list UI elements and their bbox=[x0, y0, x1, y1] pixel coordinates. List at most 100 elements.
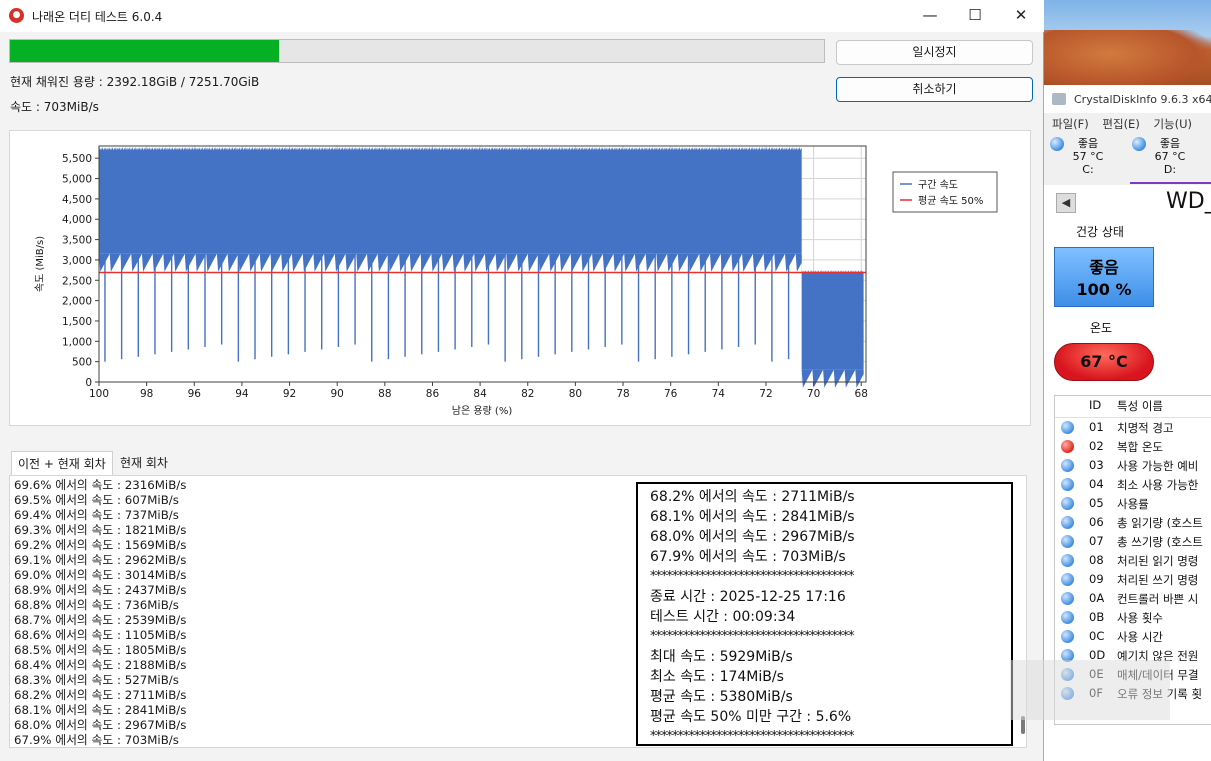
result-summary-box: 68.2% 에서의 속도 : 2711MiB/s 68.1% 에서의 속도 : … bbox=[636, 482, 1013, 746]
filled-capacity-text: 현재 채워진 용량 : 2392.18GiB / 7251.70GiB bbox=[10, 75, 260, 89]
x-tick-label: 90 bbox=[331, 388, 344, 400]
cancel-button[interactable]: 취소하기 bbox=[836, 77, 1033, 102]
minimize-button[interactable]: — bbox=[907, 0, 953, 32]
attribute-name: 치명적 경고 bbox=[1117, 421, 1174, 435]
attribute-status-icon bbox=[1061, 516, 1074, 529]
health-status-text: 좋음 bbox=[1089, 258, 1119, 277]
y-tick-label: 2,500 bbox=[62, 275, 92, 287]
maximize-button[interactable]: ☐ bbox=[952, 0, 998, 32]
log-line: 69.1% 에서의 속도 : 2962MiB/s bbox=[14, 553, 187, 567]
attribute-name: 사용 시간 bbox=[1117, 630, 1163, 644]
log-line: 69.5% 에서의 속도 : 607MiB/s bbox=[14, 493, 179, 507]
table-row[interactable]: 05 사용률 bbox=[1055, 494, 1211, 513]
attribute-name: 사용 가능한 예비 bbox=[1117, 459, 1199, 473]
attribute-name: 사용 횟수 bbox=[1117, 611, 1163, 625]
table-row[interactable]: 07 총 쓰기량 (호스트 bbox=[1055, 532, 1211, 551]
attribute-name: 컨트롤러 바쁜 시 bbox=[1117, 592, 1199, 606]
attribute-id: 09 bbox=[1089, 572, 1104, 586]
table-row[interactable]: 03 사용 가능한 예비 bbox=[1055, 456, 1211, 475]
close-button[interactable]: ✕ bbox=[998, 0, 1044, 32]
drive-status-icon bbox=[1132, 137, 1146, 151]
table-row[interactable]: 0A 컨트롤러 바쁜 시 bbox=[1055, 589, 1211, 608]
speed-chart-panel: 100 98 96 94 92 90 88 86 84 82 80 78 76 74 72 70 68 0 500… bbox=[9, 130, 1031, 426]
speed-log-list: 69.6% 에서의 속도 : 2316MiB/s 69.5% 에서의 속도 : 6… bbox=[14, 478, 187, 747]
x-tick-label: 70 bbox=[807, 388, 820, 400]
cdi-title-bar: CrystalDiskInfo 9.6.3 x64 bbox=[1044, 85, 1211, 113]
log-line: 69.4% 에서의 속도 : 737MiB/s bbox=[14, 508, 179, 522]
column-header-name[interactable]: 특성 이름 bbox=[1117, 398, 1163, 414]
log-line: 67.9% 에서의 속도 : 703MiB/s bbox=[14, 733, 179, 747]
attribute-id: 04 bbox=[1089, 477, 1104, 491]
x-tick-label: 88 bbox=[378, 388, 391, 400]
y-tick-label: 4,500 bbox=[62, 194, 92, 206]
log-line: 69.0% 에서의 속도 : 3014MiB/s bbox=[14, 568, 187, 582]
log-line: 69.6% 에서의 속도 : 2316MiB/s bbox=[14, 478, 187, 492]
cdi-window-title: CrystalDiskInfo 9.6.3 x64 bbox=[1074, 93, 1211, 106]
tab-current-round[interactable]: 현재 회차 bbox=[114, 451, 174, 475]
test-time-text: 테스트 시간 : 00:09:34 bbox=[650, 609, 796, 625]
attribute-id: 0A bbox=[1089, 591, 1105, 605]
menu-file[interactable]: 파일(F) bbox=[1052, 117, 1089, 131]
interval-speed-area bbox=[801, 270, 864, 382]
legend-label-interval-speed: 구간 속도 bbox=[918, 179, 958, 191]
menu-edit[interactable]: 편집(E) bbox=[1102, 117, 1139, 131]
attribute-status-icon bbox=[1061, 421, 1074, 434]
attribute-name: 처리된 읽기 명령 bbox=[1117, 554, 1199, 568]
log-line: 68.4% 에서의 속도 : 2188MiB/s bbox=[14, 658, 187, 672]
attribute-status-icon bbox=[1061, 630, 1074, 643]
attribute-status-icon bbox=[1061, 611, 1074, 624]
table-row[interactable]: 06 총 읽기량 (호스트 bbox=[1055, 513, 1211, 532]
summary-line: 68.1% 에서의 속도 : 2841MiB/s bbox=[650, 509, 855, 525]
back-arrow-icon[interactable]: ◀ bbox=[1056, 193, 1076, 213]
pause-button[interactable]: 일시정지 bbox=[836, 40, 1033, 65]
table-row[interactable]: 0C 사용 시간 bbox=[1055, 627, 1211, 646]
drive-tab-c[interactable]: 좋음 57 °C C: bbox=[1048, 137, 1128, 183]
attribute-id: 0C bbox=[1089, 629, 1105, 643]
progress-fill bbox=[10, 40, 279, 62]
attribute-status-icon bbox=[1061, 459, 1074, 472]
attribute-id: 0B bbox=[1089, 610, 1105, 624]
table-row[interactable]: 08 처리된 읽기 명령 bbox=[1055, 551, 1211, 570]
tab-previous-and-current[interactable]: 이전 + 현재 회차 bbox=[11, 451, 113, 475]
speed-chart: 100 98 96 94 92 90 88 86 84 82 80 78 76 74 72 70 68 0 500… bbox=[34, 145, 998, 417]
attribute-status-icon bbox=[1061, 573, 1074, 586]
health-status-badge[interactable]: 좋음 100 % bbox=[1054, 247, 1154, 307]
log-line: 69.3% 에서의 속도 : 1821MiB/s bbox=[14, 523, 187, 537]
min-speed-text: 최소 속도 : 174MiB/s bbox=[650, 669, 784, 685]
attribute-id: 02 bbox=[1089, 439, 1104, 453]
x-tick-label: 80 bbox=[569, 388, 582, 400]
y-axis-ticks: 0 500 1,000 1,500 2,000 2,500 3,000 3,500 4,000 4… bbox=[62, 153, 99, 389]
table-row[interactable]: 02 복합 온도 bbox=[1055, 437, 1211, 456]
drive-tab-d[interactable]: 좋음 67 °C D: bbox=[1130, 137, 1210, 183]
drive-model-name: WD_ bbox=[1166, 189, 1211, 214]
x-tick-label: 76 bbox=[664, 388, 678, 400]
temperature-badge[interactable]: 67 °C bbox=[1054, 343, 1154, 381]
log-line: 68.5% 에서의 속도 : 1805MiB/s bbox=[14, 643, 187, 657]
app-logo-icon: ● bbox=[9, 8, 24, 23]
log-line: 68.1% 에서의 속도 : 2841MiB/s bbox=[14, 703, 187, 717]
attribute-name: 처리된 쓰기 명령 bbox=[1117, 573, 1199, 587]
x-tick-label: 78 bbox=[616, 388, 629, 400]
column-header-id[interactable]: ID bbox=[1089, 398, 1101, 412]
x-tick-label: 68 bbox=[855, 388, 868, 400]
table-row[interactable]: 04 최소 사용 가능한 bbox=[1055, 475, 1211, 494]
desktop-wallpaper-rock bbox=[1043, 30, 1211, 90]
summary-separator: ************************************* bbox=[650, 569, 855, 584]
table-row[interactable]: 09 처리된 쓰기 명령 bbox=[1055, 570, 1211, 589]
dirty-test-window: ● 나래온 더티 테스트 6.0.4 — ☐ ✕ 일시정지 취소하기 현재 채워… bbox=[0, 0, 1044, 761]
log-line: 69.2% 에서의 속도 : 1569MiB/s bbox=[14, 538, 187, 552]
x-axis-ticks: 100 98 96 94 92 90 88 86 84 82 80 78 76 74 72 70 68 bbox=[89, 382, 868, 400]
log-line: 68.8% 에서의 속도 : 736MiB/s bbox=[14, 598, 179, 612]
menu-function[interactable]: 기능(U) bbox=[1153, 117, 1192, 131]
max-speed-text: 최대 속도 : 5929MiB/s bbox=[650, 649, 793, 665]
table-row[interactable]: 01 치명적 경고 bbox=[1055, 418, 1211, 437]
table-row[interactable]: 0B 사용 횟수 bbox=[1055, 608, 1211, 627]
health-percent-text: 100 % bbox=[1076, 280, 1132, 299]
attribute-status-icon bbox=[1061, 535, 1074, 548]
x-tick-label: 86 bbox=[426, 388, 440, 400]
title-bar: ● 나래온 더티 테스트 6.0.4 — ☐ ✕ bbox=[0, 0, 1044, 32]
x-axis-label: 남은 용량 (%) bbox=[452, 405, 513, 417]
attribute-id: 03 bbox=[1089, 458, 1104, 472]
cdi-app-icon bbox=[1052, 93, 1066, 105]
watermark bbox=[1010, 660, 1170, 720]
